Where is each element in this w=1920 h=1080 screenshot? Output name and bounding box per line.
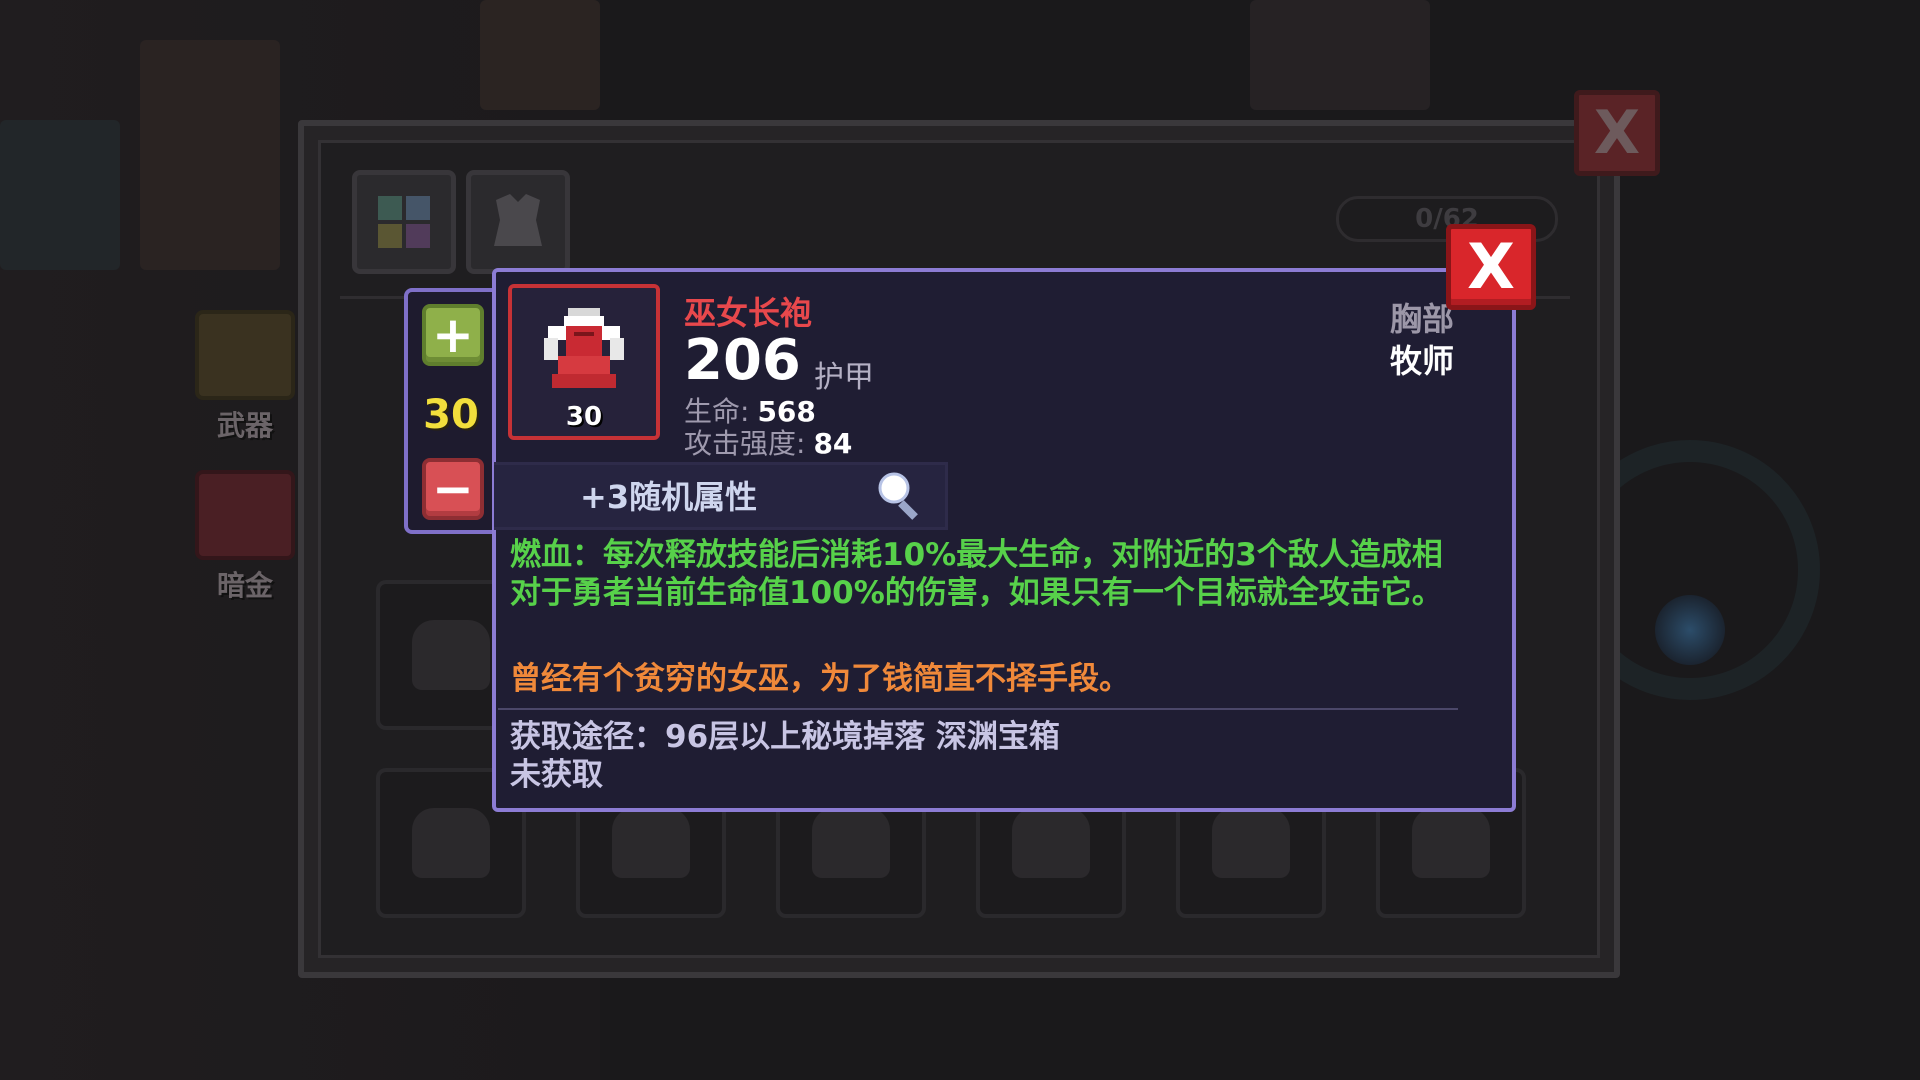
background-decoration <box>0 120 120 270</box>
armor-value: 206 <box>684 328 801 393</box>
gauntlet-icon <box>812 808 890 878</box>
background-decoration <box>1250 0 1430 110</box>
level-increase-button[interactable]: + <box>422 304 484 366</box>
random-attributes-label: +3随机属性 <box>580 478 758 516</box>
close-icon: X <box>1593 98 1641 168</box>
weapon-category-icon <box>195 310 295 400</box>
item-source: 获取途径：96层以上秘境掉落 深渊宝箱 <box>510 719 1060 755</box>
background-decoration <box>140 40 280 270</box>
item-level: 30 <box>565 402 603 432</box>
level-stepper: + 30 − <box>404 288 498 534</box>
glove-icon <box>412 808 490 878</box>
dark-gold-category-icon <box>195 470 295 560</box>
item-effect-description: 燃血：每次释放技能后消耗10%最大生命，对附近的3个敌人造成相对于勇者当前生命值… <box>510 537 1443 611</box>
item-icon-frame: 30 <box>508 284 660 440</box>
magnifier-icon[interactable] <box>876 470 926 520</box>
close-icon: X <box>1467 230 1515 303</box>
helmet-icon <box>412 620 490 690</box>
background-decoration <box>480 0 600 110</box>
class-requirement: 牧师 <box>1389 342 1454 380</box>
stat-value: 84 <box>813 427 853 460</box>
tab-armor[interactable] <box>466 170 570 274</box>
tab-all-items[interactable] <box>352 170 456 274</box>
category-weapon-label: 武器 <box>216 409 273 442</box>
item-flavor-text: 曾经有个贫穷的女巫，为了钱简直不择手段。 <box>510 661 1130 697</box>
grid-icon <box>378 196 430 248</box>
equip-slot-type: 胸部 <box>1389 300 1454 338</box>
robe-icon <box>544 308 624 388</box>
stat-label: 攻击强度: <box>684 427 806 460</box>
description-divider <box>498 708 1458 710</box>
level-value: 30 <box>423 392 479 438</box>
wings-icon <box>1412 808 1490 878</box>
boots-icon <box>612 808 690 878</box>
popup-close-button[interactable]: X <box>1446 224 1536 310</box>
armor-piece-icon <box>1012 808 1090 878</box>
armor-label: 护甲 <box>814 360 874 395</box>
category-dark-gold[interactable]: 暗金 <box>190 470 300 610</box>
level-decrease-button[interactable]: − <box>422 458 484 520</box>
armor-icon <box>494 194 542 246</box>
background-orb <box>1655 595 1725 665</box>
vest-icon <box>1212 808 1290 878</box>
category-weapon[interactable]: 武器 <box>190 310 300 450</box>
item-obtained-status: 未获取 <box>510 757 603 793</box>
category-dark-gold-label: 暗金 <box>216 569 273 602</box>
stat-attack-power: 攻击强度: 84 <box>684 422 852 462</box>
inventory-close-button[interactable]: X <box>1574 90 1660 176</box>
